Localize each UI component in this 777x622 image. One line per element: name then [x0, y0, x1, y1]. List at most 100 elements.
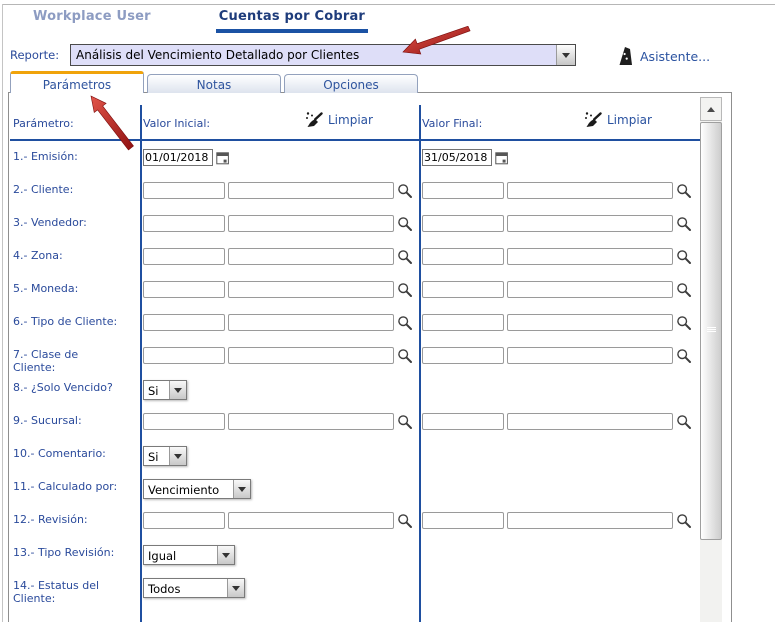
code-input[interactable] [143, 182, 225, 199]
initial-value-cell [143, 314, 413, 331]
code-input[interactable] [143, 314, 225, 331]
search-icon[interactable] [397, 216, 413, 232]
report-dropdown[interactable]: Análisis del Vencimiento Detallado por C… [70, 44, 576, 66]
description-input[interactable] [507, 347, 673, 364]
calendar-icon[interactable] [495, 151, 509, 165]
table-row: 13.- Tipo Revisión: Igual [9, 537, 701, 570]
report-tabs: Parámetros Notas Opciones [10, 71, 418, 93]
description-input[interactable] [228, 314, 394, 331]
description-input[interactable] [228, 248, 394, 265]
dropdown[interactable]: Todos [143, 578, 245, 598]
final-value-cell [422, 281, 692, 298]
code-input[interactable] [422, 512, 504, 529]
search-icon[interactable] [676, 216, 692, 232]
search-icon[interactable] [397, 315, 413, 331]
search-icon[interactable] [676, 513, 692, 529]
description-input[interactable] [507, 215, 673, 232]
date-input[interactable] [422, 149, 492, 166]
code-input[interactable] [143, 512, 225, 529]
search-icon[interactable] [397, 414, 413, 430]
description-input[interactable] [507, 512, 673, 529]
arrow-down-icon[interactable] [556, 45, 575, 65]
search-icon[interactable] [676, 348, 692, 364]
description-input[interactable] [507, 314, 673, 331]
code-input[interactable] [143, 248, 225, 265]
clear-final-button[interactable]: Limpiar [584, 111, 652, 128]
scrollbar-up-button[interactable] [700, 97, 722, 121]
search-icon[interactable] [676, 414, 692, 430]
search-icon[interactable] [397, 183, 413, 199]
search-icon[interactable] [676, 249, 692, 265]
final-value-cell [422, 149, 509, 166]
calendar-icon[interactable] [216, 151, 230, 165]
search-icon[interactable] [397, 282, 413, 298]
wizard-icon[interactable] [618, 46, 633, 66]
code-input[interactable] [422, 182, 504, 199]
top-navigation: Workplace User Cuentas por Cobrar [30, 9, 369, 33]
description-input[interactable] [228, 512, 394, 529]
code-input[interactable] [422, 413, 504, 430]
search-icon[interactable] [397, 513, 413, 529]
description-input[interactable] [228, 215, 394, 232]
description-input[interactable] [228, 413, 394, 430]
clear-label: Limpiar [607, 112, 652, 127]
arrow-down-icon[interactable] [233, 480, 250, 498]
arrow-down-icon[interactable] [169, 447, 186, 465]
description-input[interactable] [228, 182, 394, 199]
code-input[interactable] [143, 347, 225, 364]
broom-icon[interactable] [584, 111, 602, 128]
code-input[interactable] [143, 215, 225, 232]
clear-initial-button[interactable]: Limpiar [305, 111, 373, 128]
dropdown[interactable]: Igual [143, 545, 235, 565]
dropdown[interactable]: Si [143, 446, 187, 466]
tab-notas[interactable]: Notas [147, 74, 281, 93]
arrow-down-icon[interactable] [227, 579, 244, 597]
description-input[interactable] [507, 248, 673, 265]
initial-value-cell [143, 413, 413, 430]
final-value-cell [422, 512, 692, 529]
table-row: 7.- Clase de Cliente: [9, 339, 701, 374]
dropdown-value: Si [148, 384, 159, 398]
vertical-scrollbar[interactable] [700, 97, 722, 622]
search-icon[interactable] [676, 315, 692, 331]
date-input[interactable] [143, 149, 213, 166]
code-input[interactable] [422, 215, 504, 232]
search-icon[interactable] [676, 183, 692, 199]
code-input[interactable] [143, 281, 225, 298]
tab-opciones[interactable]: Opciones [284, 74, 418, 93]
header-parametro: Parámetro: [13, 117, 74, 130]
description-input[interactable] [228, 281, 394, 298]
description-input[interactable] [507, 182, 673, 199]
search-icon[interactable] [397, 249, 413, 265]
code-input[interactable] [422, 248, 504, 265]
param-label: 7.- Clase de Cliente: [13, 348, 79, 374]
code-input[interactable] [422, 347, 504, 364]
description-input[interactable] [507, 413, 673, 430]
arrow-down-icon[interactable] [217, 546, 234, 564]
search-icon[interactable] [397, 348, 413, 364]
initial-value-cell [143, 512, 413, 529]
description-input[interactable] [507, 281, 673, 298]
tab-parametros[interactable]: Parámetros [10, 71, 144, 93]
broom-icon[interactable] [305, 111, 323, 128]
scrollbar-thumb[interactable] [700, 122, 722, 540]
param-label: 13.- Tipo Revisión: [13, 546, 115, 559]
code-input[interactable] [143, 413, 225, 430]
clear-label: Limpiar [328, 112, 373, 127]
assistant-link[interactable]: Asistente... [618, 45, 710, 67]
param-label: 4.- Zona: [13, 249, 63, 262]
top-tab-workplace-user[interactable]: Workplace User [30, 9, 154, 33]
dropdown[interactable]: Vencimiento [143, 479, 251, 499]
top-tab-cuentas-por-cobrar[interactable]: Cuentas por Cobrar [215, 9, 369, 33]
search-icon[interactable] [676, 282, 692, 298]
code-input[interactable] [422, 281, 504, 298]
window-top-border [2, 4, 775, 5]
code-input[interactable] [422, 314, 504, 331]
description-input[interactable] [228, 347, 394, 364]
dropdown[interactable]: Si [143, 380, 187, 400]
table-row: 14.- Estatus del Cliente: Todos [9, 570, 701, 605]
arrow-down-icon[interactable] [169, 381, 186, 399]
final-value-cell [422, 314, 692, 331]
initial-value-cell: Si [143, 446, 187, 466]
param-label: 12.- Revisión: [13, 513, 88, 526]
